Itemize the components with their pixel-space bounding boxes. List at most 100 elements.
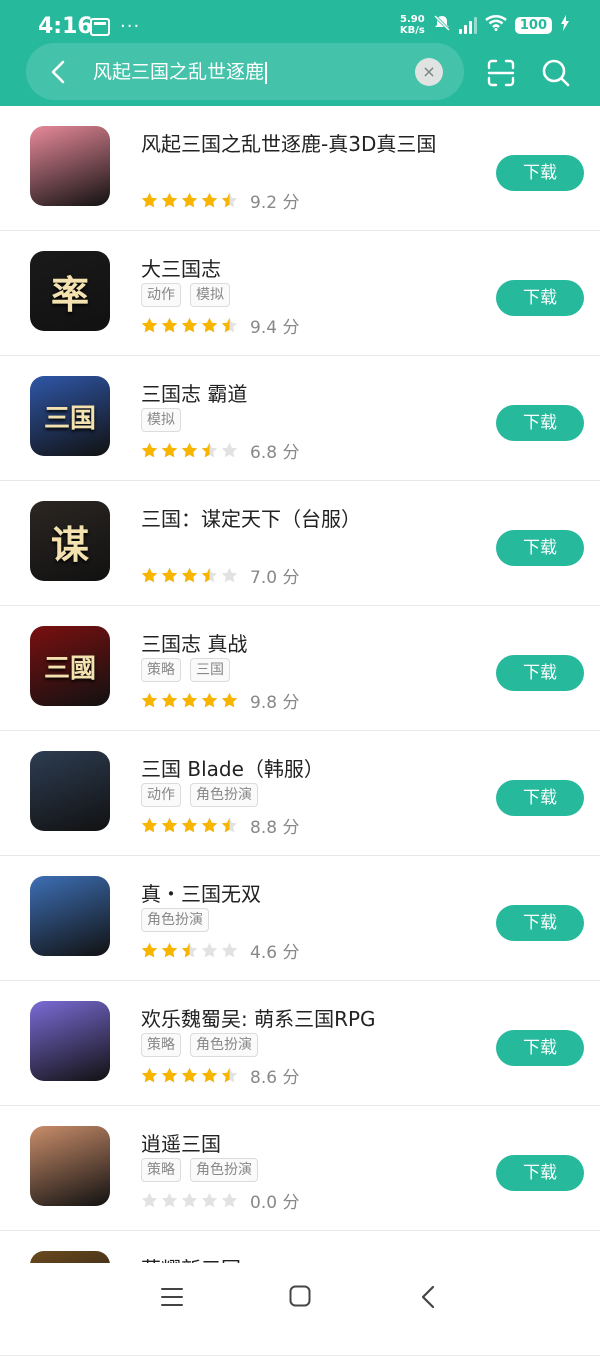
- star-icon: [221, 1192, 238, 1209]
- star-icon: [161, 442, 178, 459]
- star-icon: [161, 1067, 178, 1084]
- search-icon[interactable]: [540, 57, 572, 89]
- app-tags: 动作 模拟: [141, 283, 230, 307]
- score-unit: 分: [277, 443, 300, 463]
- app-name[interactable]: 大三国志: [141, 253, 221, 282]
- star-rating: [141, 442, 238, 459]
- app-tags: 动作 角色扮演: [141, 783, 258, 807]
- status-right: 5.90 KB/s 100: [400, 14, 570, 36]
- scan-icon[interactable]: [485, 57, 517, 89]
- star-rating: [141, 317, 238, 334]
- text-caret: [265, 61, 268, 84]
- download-button[interactable]: 下载: [496, 655, 584, 691]
- star-icon: [141, 692, 158, 709]
- bearded-warrior-icon[interactable]: [30, 751, 110, 831]
- app-list-item[interactable]: 率 大三国志 动作 模拟 9.4 分 下载: [0, 231, 600, 356]
- rating-row: 8.8 分: [141, 813, 299, 838]
- download-button[interactable]: 下载: [496, 780, 584, 816]
- star-icon: [161, 192, 178, 209]
- app-name[interactable]: 欢乐魏蜀吴: 萌系三国RPG: [141, 1003, 376, 1032]
- shuai-calligraphy-icon[interactable]: 率: [30, 251, 110, 331]
- star-rating: [141, 817, 238, 834]
- star-icon: [161, 317, 178, 334]
- icon-artwork: 率: [50, 271, 89, 317]
- sanguozhi-zhenzhan-icon[interactable]: 三國: [30, 626, 110, 706]
- star-icon: [221, 317, 238, 334]
- app-name[interactable]: 三国 Blade（韩服）: [141, 753, 324, 782]
- app-list-item[interactable]: 逍遥三国 策略 角色扮演 0.0 分 下载: [0, 1106, 600, 1231]
- download-button[interactable]: 下载: [496, 280, 584, 316]
- star-icon: [201, 1192, 218, 1209]
- wifi-icon: [485, 15, 507, 35]
- category-tag: 三国: [190, 658, 230, 682]
- download-button[interactable]: 下载: [496, 905, 584, 941]
- star-rating: [141, 1067, 238, 1084]
- warrior-girl-icon[interactable]: [30, 126, 110, 206]
- star-rating: [141, 1192, 238, 1209]
- mou-calligraphy-icon[interactable]: 谋: [30, 501, 110, 581]
- rating-score: 9.8 分: [250, 688, 299, 713]
- app-name[interactable]: 风起三国之乱世逐鹿-真3D真三国: [141, 128, 436, 157]
- category-tag: 模拟: [190, 283, 230, 307]
- app-name[interactable]: 真・三国无双: [141, 878, 261, 907]
- app-list-item[interactable]: 风起三国之乱世逐鹿-真3D真三国 9.2 分 下载: [0, 106, 600, 231]
- star-rating: [141, 192, 238, 209]
- score-value: 0.0: [250, 1193, 278, 1213]
- app-tags: 角色扮演: [141, 908, 209, 932]
- category-tag: 策略: [141, 1033, 181, 1057]
- app-list-item[interactable]: 三国 三国志 霸道 模拟 6.8 分 下载: [0, 356, 600, 481]
- recent-apps-icon[interactable]: [161, 1287, 183, 1307]
- star-icon: [221, 692, 238, 709]
- app-list-item[interactable]: 真・三国无双 角色扮演 4.6 分 下载: [0, 856, 600, 981]
- score-unit: 分: [277, 818, 300, 838]
- back-arrow-icon[interactable]: [44, 57, 74, 87]
- charging-icon: [560, 15, 570, 35]
- star-icon: [221, 817, 238, 834]
- app-name[interactable]: 三国志 真战: [141, 628, 247, 657]
- sanguozhi-badao-icon[interactable]: 三国: [30, 376, 110, 456]
- category-tag: 角色扮演: [190, 1158, 258, 1182]
- rating-row: 6.8 分: [141, 438, 299, 463]
- app-name[interactable]: 三国志 霸道: [141, 378, 247, 407]
- star-icon: [181, 1192, 198, 1209]
- score-unit: 分: [277, 568, 300, 588]
- clear-search-icon[interactable]: ×: [415, 58, 443, 86]
- app-list-item[interactable]: 欢乐魏蜀吴: 萌系三国RPG 策略 角色扮演 8.6 分 下载: [0, 981, 600, 1106]
- home-icon[interactable]: [289, 1285, 311, 1307]
- category-tag: 角色扮演: [190, 783, 258, 807]
- score-unit: 分: [277, 943, 300, 963]
- star-rating: [141, 692, 238, 709]
- download-button[interactable]: 下载: [496, 530, 584, 566]
- star-icon: [181, 817, 198, 834]
- star-icon: [201, 942, 218, 959]
- signal-icon: [458, 16, 477, 34]
- score-value: 7.0: [250, 568, 278, 588]
- app-list-item[interactable]: 谋 三国：谋定天下（台服） 7.0 分 下载: [0, 481, 600, 606]
- headband-hero-icon[interactable]: [30, 876, 110, 956]
- rating-score: 8.6 分: [250, 1063, 299, 1088]
- nav-back-icon[interactable]: [420, 1285, 436, 1309]
- star-icon: [141, 817, 158, 834]
- icon-artwork: 谋: [50, 521, 89, 567]
- download-button[interactable]: 下载: [496, 155, 584, 191]
- anime-girl-icon[interactable]: [30, 1001, 110, 1081]
- search-results-list: 风起三国之乱世逐鹿-真3D真三国 9.2 分下载率大三国志 动作 模拟 9.4 分下载三…: [0, 106, 600, 1356]
- category-tag: 动作: [141, 283, 181, 307]
- app-name[interactable]: 逍遥三国: [141, 1128, 221, 1157]
- rating-row: 8.6 分: [141, 1063, 299, 1088]
- star-icon: [161, 817, 178, 834]
- app-list-item[interactable]: 三國 三国志 真战 策略 三国 9.8 分 下载: [0, 606, 600, 731]
- app-name[interactable]: 三国：谋定天下（台服）: [141, 503, 361, 532]
- system-nav-bar: [0, 1263, 600, 1333]
- download-button[interactable]: 下载: [496, 1155, 584, 1191]
- download-button[interactable]: 下载: [496, 1030, 584, 1066]
- net-speed-value: 5.90: [400, 14, 425, 25]
- search-input[interactable]: 风起三国之乱世逐鹿: [93, 57, 268, 87]
- star-icon: [141, 942, 158, 959]
- rating-score: 9.4 分: [250, 313, 299, 338]
- lady-portrait-icon[interactable]: [30, 1126, 110, 1206]
- app-list-item[interactable]: 三国 Blade（韩服） 动作 角色扮演 8.8 分 下载: [0, 731, 600, 856]
- star-icon: [221, 567, 238, 584]
- rating-row: 4.6 分: [141, 938, 299, 963]
- download-button[interactable]: 下载: [496, 405, 584, 441]
